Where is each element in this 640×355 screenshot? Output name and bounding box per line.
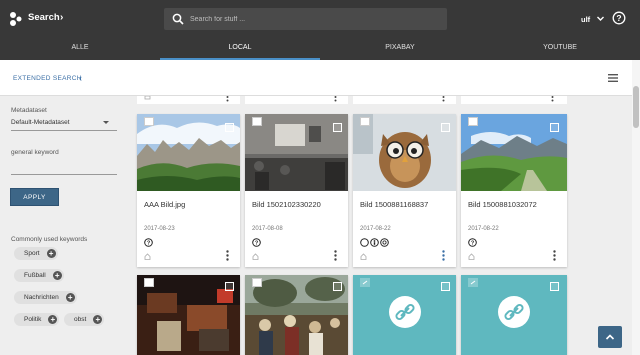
result-card[interactable]: AAA Bild.jpg 2017-08-23 ?	[137, 114, 240, 267]
search-box[interactable]	[164, 8, 447, 30]
select-checkbox[interactable]	[550, 123, 559, 132]
home-icon	[144, 96, 151, 100]
svg-text:?: ?	[616, 13, 621, 23]
metadataset-select[interactable]: Default-Metadataset	[11, 117, 117, 131]
help-circle-icon: ?	[468, 238, 477, 247]
keyword-chip-sport[interactable]: Sport +	[14, 247, 58, 260]
result-card[interactable]	[245, 275, 348, 355]
keyword-chip-nachrichten[interactable]: Nachrichten +	[14, 291, 77, 304]
result-card[interactable]: Bild 1500881032072 2017-08-22 ?	[461, 114, 567, 267]
card-title[interactable]: AAA Bild.jpg	[144, 200, 185, 209]
link-type-icon	[360, 278, 370, 287]
home-icon	[468, 253, 475, 260]
more-vert-icon[interactable]	[442, 96, 445, 102]
link-icon	[498, 296, 530, 328]
app-title[interactable]: Search	[28, 12, 60, 23]
image-type-icon	[252, 117, 262, 126]
help-circle-icon: ?	[252, 238, 261, 247]
select-checkbox[interactable]	[441, 282, 450, 291]
chevron-left-icon[interactable]: ‹	[79, 73, 82, 83]
link-card[interactable]	[461, 275, 567, 355]
keyword-chip-fussball[interactable]: Fußball +	[14, 269, 64, 282]
image-type-icon	[144, 278, 154, 287]
result-card[interactable]	[137, 275, 240, 355]
chevron-right-icon[interactable]: ›	[60, 12, 63, 23]
card-title[interactable]: Bild 1502102330220	[252, 200, 321, 209]
more-vert-icon[interactable]	[553, 250, 556, 261]
search-icon[interactable]	[172, 13, 184, 25]
card-date: 2017-08-22	[360, 226, 391, 232]
plus-icon[interactable]: +	[52, 271, 62, 280]
list-view-icon[interactable]	[608, 74, 618, 82]
keyword-input[interactable]	[11, 161, 117, 175]
more-vert-icon[interactable]	[334, 96, 337, 102]
scrollbar-thumb[interactable]	[633, 86, 639, 128]
link-icon	[389, 296, 421, 328]
metadataset-value: Default-Metadataset	[11, 119, 70, 126]
dropdown-arrow-icon	[103, 121, 109, 124]
link-card[interactable]	[353, 275, 456, 355]
more-vert-icon[interactable]	[442, 250, 445, 261]
source-tabs: ALLE LOCAL PIXABAY YOUTUBE	[0, 38, 640, 60]
chevron-down-icon[interactable]	[596, 14, 605, 23]
keyword-label: general keyword	[11, 149, 59, 156]
plus-icon[interactable]: +	[48, 315, 58, 324]
more-vert-icon[interactable]	[226, 96, 229, 102]
card-date: 2017-08-08	[252, 226, 283, 232]
app-logo-icon[interactable]	[8, 11, 24, 27]
card-title[interactable]: Bild 1500881032072	[468, 200, 537, 209]
select-checkbox[interactable]	[550, 282, 559, 291]
card-partial	[353, 96, 456, 104]
help-circle-icon: ?	[144, 238, 153, 247]
home-icon	[144, 253, 151, 260]
card-partial	[245, 96, 348, 104]
home-icon	[360, 253, 367, 260]
more-vert-icon[interactable]	[334, 250, 337, 261]
card-partial	[137, 96, 240, 104]
keyword-chip-politik[interactable]: Politik +	[14, 313, 60, 326]
image-type-icon	[144, 117, 154, 126]
creative-commons-icons	[360, 238, 389, 247]
select-checkbox[interactable]	[225, 282, 234, 291]
top-bar: Search › ulf ?	[0, 0, 640, 38]
card-title[interactable]: Bild 1500881168837	[360, 200, 428, 209]
link-type-icon	[468, 278, 478, 287]
plus-icon[interactable]: +	[46, 249, 56, 258]
image-type-icon	[252, 278, 262, 287]
extended-search-toggle[interactable]: EXTENDED SEARCH	[13, 75, 82, 82]
tab-pixabay[interactable]: PIXABAY	[320, 38, 480, 60]
select-checkbox[interactable]	[333, 123, 342, 132]
image-type-icon	[468, 117, 478, 126]
image-type-icon	[360, 117, 370, 126]
card-partial	[461, 96, 567, 104]
tab-youtube[interactable]: YOUTUBE	[480, 38, 640, 60]
search-input[interactable]	[190, 12, 440, 26]
sub-header: EXTENDED SEARCH ‹	[0, 60, 632, 96]
tab-local[interactable]: LOCAL	[160, 38, 320, 60]
tab-alle[interactable]: ALLE	[0, 38, 160, 60]
select-checkbox[interactable]	[333, 282, 342, 291]
card-date: 2017-08-22	[468, 226, 499, 232]
select-checkbox[interactable]	[441, 123, 450, 132]
home-icon	[252, 253, 259, 260]
scroll-to-top-button[interactable]	[598, 326, 622, 348]
user-name[interactable]: ulf	[581, 15, 590, 24]
common-keywords-label: Commonly used keywords	[11, 236, 88, 243]
result-card[interactable]: Bild 1502102330220 2017-08-08 ?	[245, 114, 348, 267]
select-checkbox[interactable]	[225, 123, 234, 132]
help-icon[interactable]: ?	[612, 11, 626, 25]
more-vert-icon[interactable]	[551, 96, 554, 102]
plus-icon[interactable]: +	[65, 293, 75, 302]
chevron-up-icon	[605, 334, 615, 340]
keyword-chip-obst[interactable]: obst +	[64, 313, 105, 326]
result-card[interactable]: Bild 1500881168837 2017-08-22	[353, 114, 456, 267]
card-date: 2017-08-23	[144, 226, 175, 232]
more-vert-icon[interactable]	[226, 250, 229, 261]
metadataset-label: Metadataset	[11, 107, 47, 114]
apply-button[interactable]: APPLY	[10, 188, 59, 206]
plus-icon[interactable]: +	[93, 315, 103, 324]
